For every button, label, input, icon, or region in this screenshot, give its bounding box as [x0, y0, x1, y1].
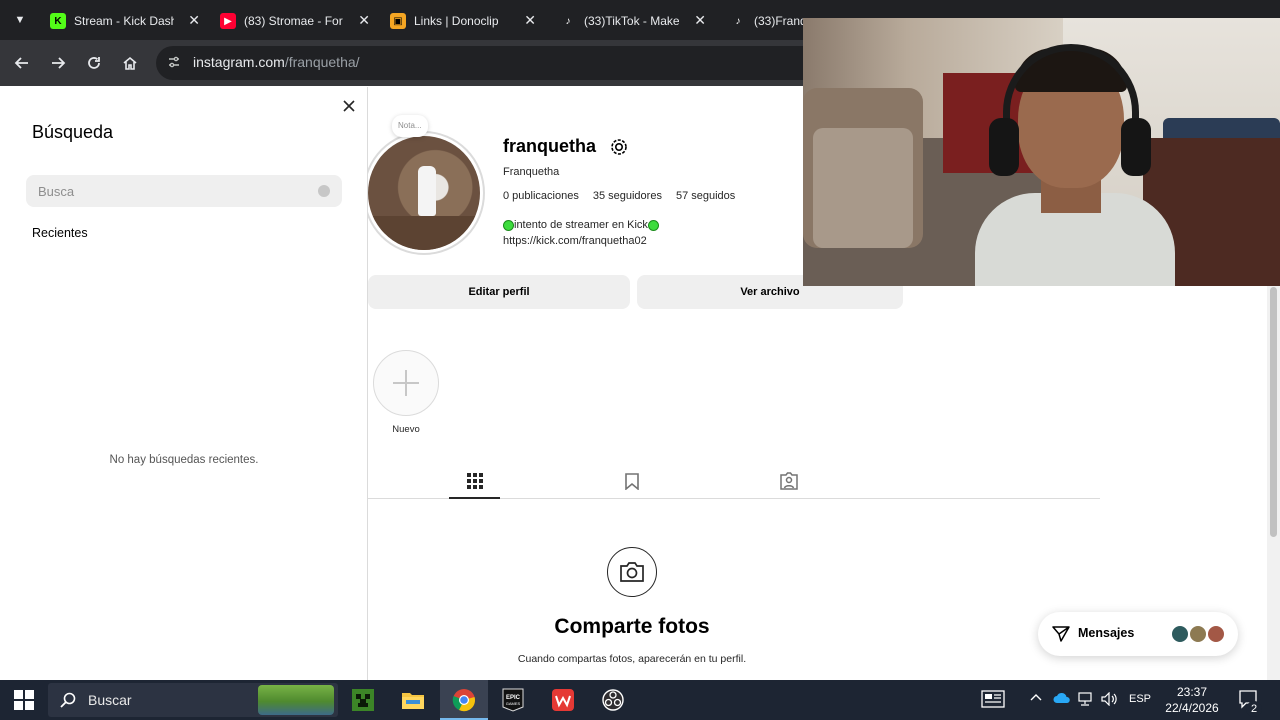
search-highlight-image	[258, 685, 334, 715]
green-circle-emoji	[647, 219, 659, 231]
avatar	[368, 136, 480, 250]
messages-button[interactable]: Mensajes	[1038, 612, 1238, 656]
chrome-icon[interactable]	[450, 686, 478, 714]
tab-title: Stream - Kick Dash	[74, 14, 174, 28]
file-explorer-icon[interactable]	[399, 686, 427, 714]
profile-bio: intento de streamer en Kick	[503, 219, 659, 231]
note-bubble[interactable]: Nota...	[392, 115, 428, 137]
profile-stats: 0 publicaciones 35 seguidores 57 seguido…	[503, 190, 749, 202]
close-tab-icon[interactable]: ✕	[188, 12, 200, 29]
avatar	[1188, 624, 1208, 644]
profile-bio-link[interactable]: https://kick.com/franquetha02	[503, 235, 647, 247]
tab-tagged-icon[interactable]	[779, 471, 799, 491]
epic-games-icon[interactable]: EPIC GAMES	[499, 686, 527, 714]
browser-tab[interactable]: ♪ (33)Franq	[730, 6, 810, 36]
plus-icon	[393, 370, 419, 396]
webcam-overlay	[803, 18, 1280, 286]
forward-arrow-icon[interactable]	[47, 52, 69, 74]
network-icon[interactable]	[1077, 692, 1093, 709]
avatar	[1170, 624, 1190, 644]
profile-full-name: Franquetha	[503, 166, 560, 178]
share-photos-title: Comparte fotos	[554, 615, 710, 638]
share-photo-camera-icon[interactable]	[607, 547, 657, 597]
share-photos-subtitle: Cuando compartas fotos, aparecerán en tu…	[517, 653, 747, 665]
new-highlight-label: Nuevo	[392, 424, 420, 435]
home-icon[interactable]	[119, 52, 141, 74]
tab-title: (33)TikTok - Make	[584, 14, 680, 28]
messages-label: Mensajes	[1078, 626, 1135, 640]
close-tab-icon[interactable]: ✕	[524, 12, 536, 29]
page-scrollbar-thumb[interactable]	[1270, 287, 1277, 537]
tab-search-menu-button[interactable]: ▼	[8, 8, 32, 32]
svg-text:GAMES: GAMES	[506, 701, 521, 706]
tab-title: Links | Donoclip	[414, 14, 499, 28]
wps-office-icon[interactable]	[549, 686, 577, 714]
minecraft-app-icon[interactable]	[349, 686, 377, 714]
browser-tab[interactable]: ▣ Links | Donoclip ✕	[390, 6, 536, 36]
close-tab-icon[interactable]: ✕	[358, 12, 370, 29]
volume-speaker-icon[interactable]	[1101, 691, 1119, 709]
donoclip-icon: ▣	[390, 13, 406, 29]
show-hidden-icons-chevron-icon[interactable]	[1030, 692, 1042, 707]
search-icon	[60, 692, 76, 708]
reload-icon[interactable]	[83, 52, 105, 74]
windows-taskbar: Buscar EPIC GAMES ESP 23:37 22/4/2026 2	[0, 680, 1280, 720]
onedrive-cloud-icon[interactable]	[1053, 692, 1071, 707]
browser-tab[interactable]: ♪ (33)TikTok - Make ✕	[560, 6, 707, 36]
following-count[interactable]: 57 seguidos	[676, 190, 735, 202]
edit-profile-button[interactable]: Editar perfil	[368, 275, 630, 309]
avatar	[1206, 624, 1226, 644]
browser-tab[interactable]: ▶ (83) Stromae - For ✕	[220, 6, 370, 36]
youtube-icon: ▶	[220, 13, 236, 29]
followers-count[interactable]: 35 seguidores	[593, 190, 662, 202]
tab-saved-bookmark-icon[interactable]	[622, 471, 642, 491]
taskbar-search-box[interactable]: Buscar	[48, 683, 338, 717]
notification-count-badge: 2	[1246, 701, 1262, 717]
back-arrow-icon[interactable]	[11, 52, 33, 74]
windows-start-icon[interactable]	[14, 690, 34, 710]
search-panel-title: Búsqueda	[32, 122, 114, 142]
taskbar-clock[interactable]: 23:37 22/4/2026	[1162, 684, 1222, 716]
news-widget-icon[interactable]	[981, 690, 1005, 711]
profile-avatar-button[interactable]	[368, 131, 485, 255]
obs-studio-icon[interactable]	[599, 686, 627, 714]
green-circle-emoji	[503, 219, 514, 231]
kick-icon: K	[50, 13, 66, 29]
clock-date: 22/4/2026	[1165, 701, 1219, 715]
posts-count: 0 publicaciones	[503, 190, 579, 202]
settings-gear-icon[interactable]	[610, 138, 628, 156]
active-tab-indicator	[449, 497, 500, 499]
new-highlight-button[interactable]	[373, 350, 439, 416]
url-text: instagram.com/franquetha/	[193, 54, 360, 70]
clock-time: 23:37	[1176, 685, 1208, 699]
site-info-icon[interactable]	[166, 54, 182, 70]
tab-title: (33)Franq	[754, 14, 807, 28]
recent-searches-heading: Recientes	[32, 226, 88, 240]
tiktok-icon: ♪	[735, 15, 741, 27]
tab-posts-grid-icon[interactable]	[465, 471, 485, 491]
clear-search-icon[interactable]	[318, 185, 330, 197]
taskbar-search-text: Buscar	[88, 692, 132, 708]
send-paper-plane-icon	[1052, 625, 1070, 643]
no-recent-searches-text: No hay búsquedas recientes.	[109, 454, 259, 466]
browser-tab[interactable]: K Stream - Kick Dash ✕	[50, 6, 200, 36]
search-input[interactable]	[26, 175, 342, 207]
profile-username: franquetha	[503, 136, 597, 156]
search-panel: Búsqueda Recientes No hay búsquedas reci…	[0, 87, 368, 680]
tab-title: (83) Stromae - For	[244, 14, 343, 28]
close-tab-icon[interactable]: ✕	[694, 12, 706, 29]
close-icon[interactable]	[340, 97, 358, 115]
input-language-indicator[interactable]: ESP	[1129, 693, 1151, 705]
tiktok-icon: ♪	[565, 15, 571, 27]
